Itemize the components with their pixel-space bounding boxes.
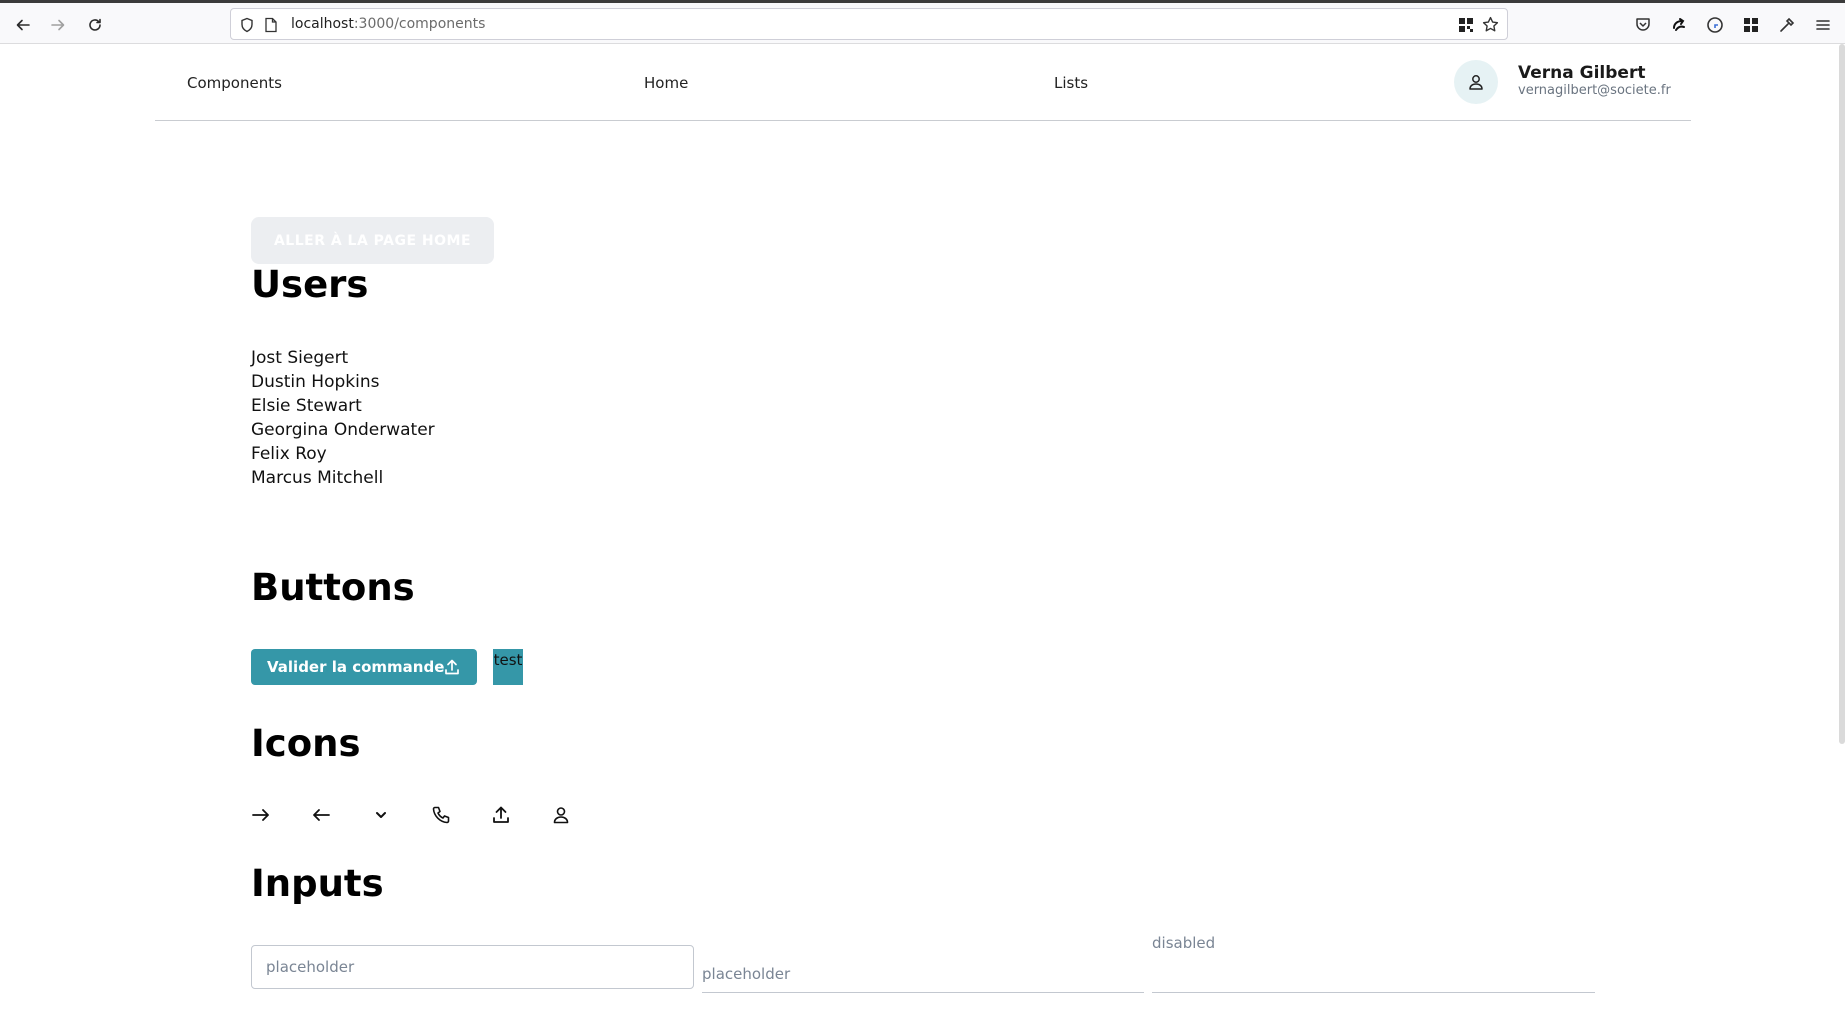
url-path: :3000/components bbox=[353, 16, 486, 32]
list-item: Felix Roy bbox=[251, 444, 327, 464]
back-button[interactable] bbox=[12, 14, 34, 36]
users-list: Jost Siegert Dustin Hopkins Elsie Stewar… bbox=[251, 346, 435, 490]
user-icon bbox=[1469, 75, 1483, 90]
upload-icon bbox=[491, 805, 511, 825]
url-text[interactable]: localhost:3000/components bbox=[291, 16, 485, 32]
user-icon bbox=[551, 805, 571, 825]
phone-icon bbox=[431, 805, 451, 825]
list-item: Marcus Mitchell bbox=[251, 468, 384, 488]
pocket-icon[interactable] bbox=[1634, 16, 1652, 34]
arrow-right-icon bbox=[251, 805, 271, 825]
url-host: localhost bbox=[291, 16, 354, 32]
avatar[interactable] bbox=[1454, 60, 1498, 104]
extension-g-icon[interactable] bbox=[1706, 16, 1724, 34]
user-email: vernagilbert@societe.fr bbox=[1518, 83, 1671, 98]
list-item: Dustin Hopkins bbox=[251, 372, 380, 392]
upload-icon bbox=[445, 659, 459, 675]
list-item: Georgina Onderwater bbox=[251, 420, 435, 440]
underlined-input[interactable] bbox=[702, 955, 1144, 993]
disabled-input bbox=[1152, 955, 1595, 993]
nav-link-lists[interactable]: Lists bbox=[1054, 74, 1088, 92]
forward-arrow-icon bbox=[51, 19, 65, 31]
eyedropper-icon[interactable] bbox=[1778, 16, 1796, 34]
users-title: Users bbox=[251, 263, 369, 306]
outlined-input[interactable] bbox=[251, 945, 694, 989]
shield-icon[interactable] bbox=[239, 17, 255, 33]
menu-icon[interactable] bbox=[1814, 16, 1832, 34]
arrow-left-icon bbox=[311, 805, 331, 825]
back-arrow-icon bbox=[16, 19, 30, 31]
nav-link-components[interactable]: Components bbox=[187, 74, 282, 92]
bookmark-star-icon[interactable] bbox=[1482, 16, 1499, 33]
address-bar[interactable]: localhost:3000/components bbox=[230, 8, 1508, 40]
reload-icon bbox=[89, 18, 101, 31]
nav-link-home[interactable]: Home bbox=[644, 74, 688, 92]
validate-order-button[interactable]: Valider la commande bbox=[251, 649, 477, 685]
list-item: Jost Siegert bbox=[251, 348, 349, 368]
chevron-down-icon bbox=[371, 805, 391, 825]
inputs-title: Inputs bbox=[251, 862, 384, 905]
extensions-grid-icon[interactable] bbox=[1742, 16, 1760, 34]
reload-button[interactable] bbox=[84, 14, 106, 36]
browser-toolbar: localhost:3000/components bbox=[0, 0, 1845, 44]
page-info-icon[interactable] bbox=[264, 17, 278, 33]
validate-order-label: Valider la commande bbox=[267, 658, 445, 676]
disabled-input-label: disabled bbox=[1152, 934, 1216, 952]
app-header: Components Home Lists Verna Gilbert vern… bbox=[155, 44, 1691, 121]
go-home-button[interactable]: ALLER À LA PAGE HOME bbox=[251, 217, 494, 264]
buttons-title: Buttons bbox=[251, 566, 415, 609]
icons-title: Icons bbox=[251, 722, 361, 765]
list-item: Elsie Stewart bbox=[251, 396, 362, 416]
forward-button[interactable] bbox=[47, 14, 69, 36]
test-button[interactable]: test bbox=[493, 649, 523, 685]
user-name: Verna Gilbert bbox=[1518, 63, 1646, 83]
page-scrollbar[interactable] bbox=[1839, 44, 1845, 744]
qr-code-icon[interactable] bbox=[1458, 17, 1474, 33]
extension-swirl-icon[interactable] bbox=[1670, 16, 1688, 34]
